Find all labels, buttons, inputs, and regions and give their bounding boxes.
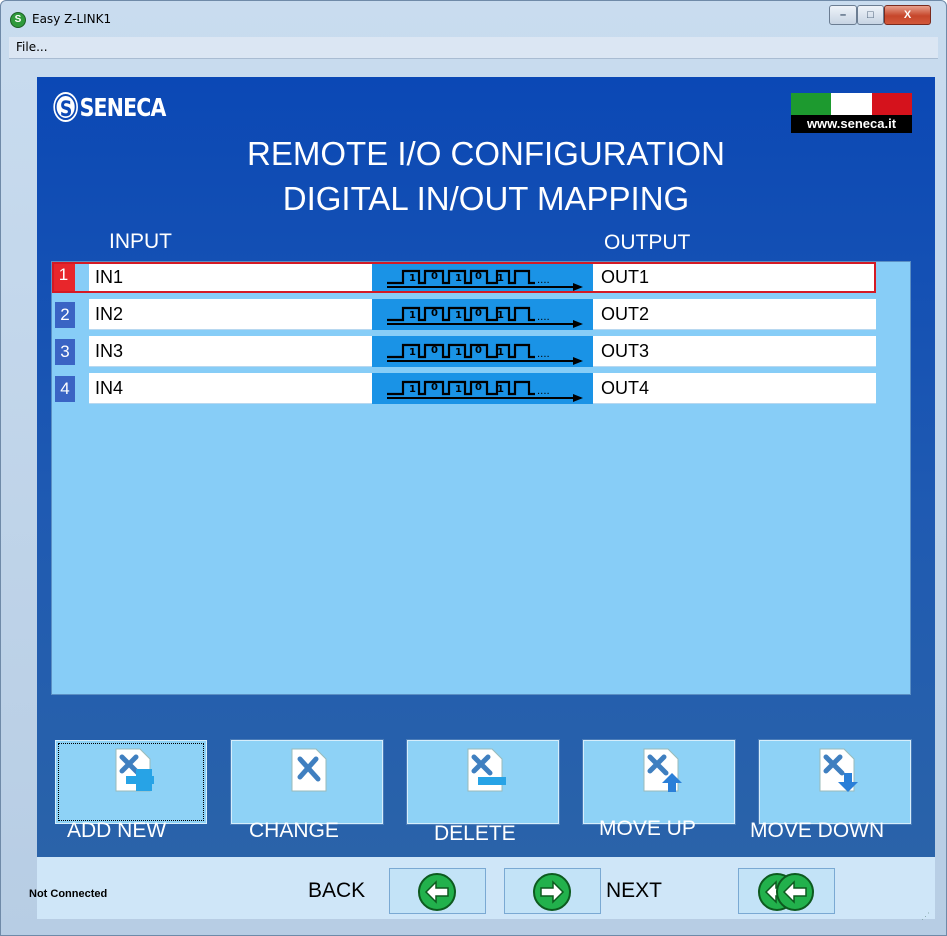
menu-file[interactable]: File...: [12, 40, 52, 54]
home-button[interactable]: [738, 868, 835, 914]
add-new-button[interactable]: [55, 740, 207, 824]
signal-wave-icon: 1 0 1 0 1....: [372, 262, 593, 293]
seneca-logo-icon: S: [53, 92, 78, 122]
svg-text:....: ....: [537, 386, 550, 397]
website-label: www.seneca.it: [791, 115, 912, 133]
row-number: 1: [52, 262, 75, 293]
svg-text:0: 0: [431, 271, 438, 282]
add-new-label: ADD NEW: [67, 819, 167, 842]
next-label: NEXT: [606, 879, 663, 902]
svg-text:....: ....: [537, 275, 550, 286]
mapping-row[interactable]: 1 IN1 1 0 1 0 1.... OUT1: [52, 262, 876, 293]
svg-text:1: 1: [455, 384, 462, 395]
minimize-button[interactable]: –: [829, 5, 857, 25]
svg-text:0: 0: [475, 345, 482, 356]
mapping-row[interactable]: 4 IN4 1 0 1 0 1.... OUT4: [52, 373, 876, 404]
next-button[interactable]: [504, 868, 601, 914]
app-window: S Easy Z-LINK1 – □ X File... S SENECA ww…: [0, 0, 947, 936]
svg-text:0: 0: [431, 345, 438, 356]
resize-grip-icon[interactable]: ⋰: [921, 911, 933, 923]
close-button[interactable]: X: [884, 5, 931, 25]
delete-label: DELETE: [434, 822, 516, 845]
back-button[interactable]: [389, 868, 486, 914]
svg-text:1: 1: [409, 347, 416, 358]
move-down-button[interactable]: [758, 739, 912, 825]
italian-flag-icon: [791, 93, 912, 115]
logo-text: SENECA: [79, 92, 167, 122]
change-config-icon: [291, 748, 327, 792]
move-up-label: MOVE UP: [599, 817, 696, 840]
svg-text:0: 0: [475, 308, 482, 319]
add-config-icon: [115, 748, 154, 792]
svg-text:1: 1: [497, 273, 504, 284]
svg-text:1: 1: [409, 310, 416, 321]
row-number: 4: [55, 376, 75, 402]
page-title: REMOTE I/O CONFIGURATION: [247, 135, 725, 172]
connection-status: Not Connected: [29, 888, 108, 900]
back-label: BACK: [308, 879, 366, 902]
change-button[interactable]: [230, 739, 384, 825]
move-up-button[interactable]: [582, 739, 736, 825]
svg-text:1: 1: [455, 310, 462, 321]
move-down-label: MOVE DOWN: [750, 819, 885, 842]
mapping-row[interactable]: 2 IN2 1 0 1 0 1.... OUT2: [52, 299, 876, 330]
mapping-row[interactable]: 3 IN3 1 0 1 0 1.... OUT3: [52, 336, 876, 367]
svg-text:1: 1: [455, 347, 462, 358]
svg-text:....: ....: [537, 312, 550, 323]
row-number: 2: [55, 302, 75, 328]
svg-text:0: 0: [475, 382, 482, 393]
output-column-header: OUTPUT: [604, 231, 691, 254]
row-number: 3: [55, 339, 75, 365]
output-cell[interactable]: OUT2: [593, 299, 876, 330]
input-cell[interactable]: IN1: [89, 262, 372, 293]
svg-text:1: 1: [497, 384, 504, 395]
maximize-button[interactable]: □: [857, 5, 884, 25]
svg-text:1: 1: [409, 384, 416, 395]
svg-text:0: 0: [431, 382, 438, 393]
mapping-grid[interactable]: 1 IN1 1 0 1 0 1.... OUT1 2 IN2 1 0 1 0 1.... OUT…: [51, 261, 911, 695]
signal-wave-icon: 1 0 1 0 1....: [372, 299, 593, 330]
arrow-down-icon: [819, 748, 858, 792]
svg-text:....: ....: [537, 349, 550, 360]
output-cell[interactable]: OUT1: [593, 262, 876, 293]
svg-text:1: 1: [497, 347, 504, 358]
arrow-left-icon: [418, 873, 456, 911]
delete-button[interactable]: [406, 739, 560, 825]
title-bar[interactable]: S Easy Z-LINK1 – □ X: [1, 1, 946, 37]
input-cell[interactable]: IN3: [89, 336, 372, 367]
svg-text:1: 1: [409, 273, 416, 284]
output-cell[interactable]: OUT4: [593, 373, 876, 404]
seneca-app-icon: S: [10, 12, 26, 28]
arrow-right-icon: [533, 873, 571, 911]
main-panel: S SENECA www.seneca.it REMOTE I/O CONFIG…: [37, 77, 935, 857]
input-column-header: INPUT: [109, 230, 172, 253]
seneca-logo: S SENECA: [53, 92, 167, 122]
change-label: CHANGE: [249, 819, 339, 842]
window-title: Easy Z-LINK1: [32, 12, 112, 26]
input-cell[interactable]: IN4: [89, 373, 372, 404]
svg-text:1: 1: [497, 310, 504, 321]
menu-bar: File...: [9, 37, 938, 59]
double-arrow-left-icon: [758, 873, 814, 911]
delete-config-icon: [467, 748, 506, 792]
signal-wave-icon: 1 0 1 0 1....: [372, 373, 593, 404]
svg-text:0: 0: [431, 308, 438, 319]
svg-text:1: 1: [455, 273, 462, 284]
output-cell[interactable]: OUT3: [593, 336, 876, 367]
signal-wave-icon: 1 0 1 0 1....: [372, 336, 593, 367]
input-cell[interactable]: IN2: [89, 299, 372, 330]
svg-text:0: 0: [475, 271, 482, 282]
arrow-up-icon: [643, 748, 682, 792]
page-subtitle: DIGITAL IN/OUT MAPPING: [282, 180, 690, 217]
